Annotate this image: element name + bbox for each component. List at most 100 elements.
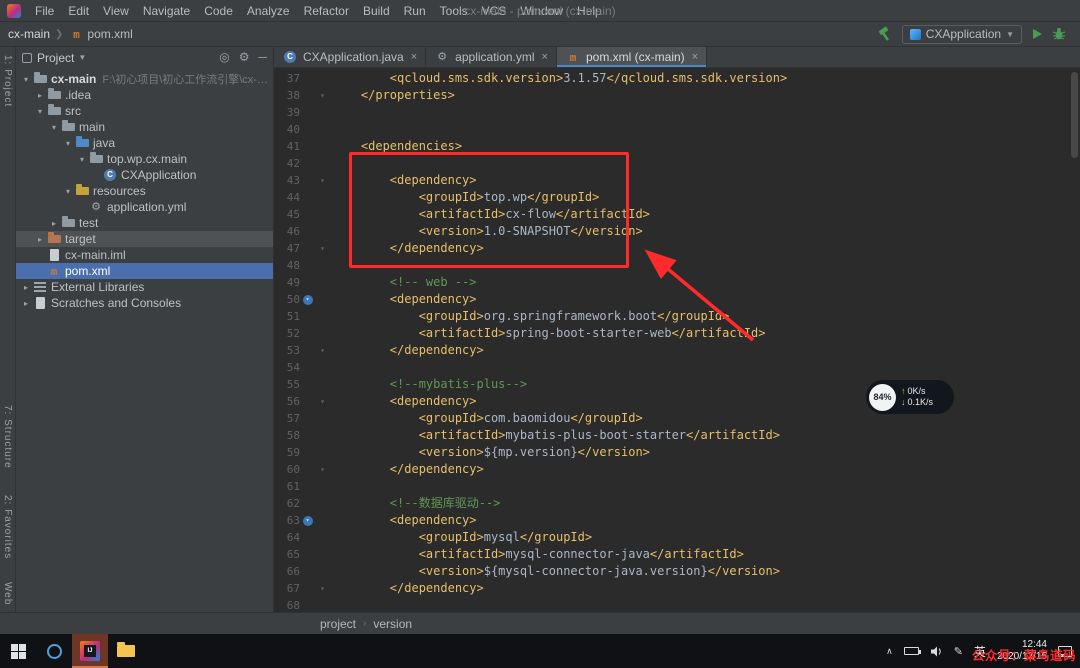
menu-item-view[interactable]: View <box>96 0 136 22</box>
tab-pom-xml-cx-main[interactable]: m pom.xml (cx-main) × <box>556 47 708 67</box>
pen-icon[interactable]: ✎ <box>954 645 963 658</box>
tree-item-src[interactable]: ▾ src <box>16 103 273 119</box>
code-line[interactable]: 47 ▾ </dependency> <box>274 240 1080 257</box>
code-editor[interactable]: 37 <qcloud.sms.sdk.version>3.1.57</qclou… <box>274 68 1080 612</box>
menu-item-refactor[interactable]: Refactor <box>297 0 356 22</box>
maven-gutter-icon[interactable]: ▾ <box>300 291 315 308</box>
tree-arrow-icon[interactable]: ▸ <box>20 299 32 308</box>
close-icon[interactable]: × <box>411 51 417 63</box>
tree-item-idea[interactable]: ▸ .idea <box>16 87 273 103</box>
code-line[interactable]: 68 <box>274 597 1080 612</box>
code-line[interactable]: 45 <artifactId>cx-flow</artifactId> <box>274 206 1080 223</box>
menu-item-analyze[interactable]: Analyze <box>240 0 297 22</box>
tool-button-web[interactable]: Web <box>2 582 13 605</box>
menu-item-edit[interactable]: Edit <box>61 0 96 22</box>
code-line[interactable]: 42 <box>274 155 1080 172</box>
menu-item-run[interactable]: Run <box>397 0 433 22</box>
breadcrumb-item-version[interactable]: version <box>373 617 412 631</box>
debug-button[interactable] <box>1052 27 1066 41</box>
tab-cxapplication-java[interactable]: C CXApplication.java × <box>274 47 427 67</box>
fold-icon[interactable]: ▾ <box>315 87 330 104</box>
tree-arrow-icon[interactable]: ▾ <box>62 187 74 196</box>
hide-icon[interactable]: ─ <box>258 47 267 68</box>
menu-item-file[interactable]: File <box>28 0 61 22</box>
tool-button-structure[interactable]: 7: Structure <box>2 405 13 469</box>
tree-item-main[interactable]: ▾ main <box>16 119 273 135</box>
fold-icon[interactable]: ▾ <box>315 240 330 257</box>
fold-icon[interactable]: ▾ <box>315 342 330 359</box>
battery-icon[interactable] <box>903 647 921 655</box>
fold-icon[interactable]: ▾ <box>315 461 330 478</box>
menu-item-build[interactable]: Build <box>356 0 397 22</box>
code-line[interactable]: 49 <!-- web --> <box>274 274 1080 291</box>
code-line[interactable]: 48 <box>274 257 1080 274</box>
code-line[interactable]: 64 <groupId>mysql</groupId> <box>274 529 1080 546</box>
taskbar-intellij-button[interactable]: IJ <box>72 634 108 668</box>
tree-item-target[interactable]: ▸ target <box>16 231 273 247</box>
code-line[interactable]: 58 <artifactId>mybatis-plus-boot-starter… <box>274 427 1080 444</box>
tool-button-project[interactable]: 1: Project <box>2 55 13 107</box>
tree-item-cx-main[interactable]: ▾ cx-main F:\初心项目\初心工作流引擎\cx-main <box>16 71 273 87</box>
code-line[interactable]: 56 ▾ <dependency> <box>274 393 1080 410</box>
code-line[interactable]: 55 <!--mybatis-plus--> <box>274 376 1080 393</box>
tool-button-favorites[interactable]: 2: Favorites <box>2 495 13 559</box>
tree-item-cxapplication[interactable]: C CXApplication <box>16 167 273 183</box>
fold-icon[interactable]: ▾ <box>315 172 330 189</box>
settings-icon[interactable]: ⚙ <box>239 47 250 68</box>
code-line[interactable]: 39 <box>274 104 1080 121</box>
code-line[interactable]: 65 <artifactId>mysql-connector-java</art… <box>274 546 1080 563</box>
close-icon[interactable]: × <box>692 51 698 63</box>
tree-arrow-icon[interactable]: ▾ <box>48 123 60 132</box>
editor-scrollbar[interactable] <box>1071 72 1078 158</box>
code-line[interactable]: 41 <dependencies> <box>274 138 1080 155</box>
code-line[interactable]: 44 <groupId>top.wp</groupId> <box>274 189 1080 206</box>
tree-item-top-wp-cx-main[interactable]: ▾ top.wp.cx.main <box>16 151 273 167</box>
tray-expand-icon[interactable]: ∧ <box>886 646 893 657</box>
tree-arrow-icon[interactable]: ▾ <box>62 139 74 148</box>
fold-icon[interactable]: ▾ <box>315 393 330 410</box>
code-line[interactable]: 57 <groupId>com.baomidou</groupId> <box>274 410 1080 427</box>
tree-item-application-yml[interactable]: ⚙ application.yml <box>16 199 273 215</box>
run-button[interactable] <box>1031 28 1043 40</box>
menu-item-navigate[interactable]: Navigate <box>136 0 197 22</box>
maven-gutter-icon[interactable]: ▾ <box>300 512 315 529</box>
tree-arrow-icon[interactable]: ▾ <box>20 75 32 84</box>
tree-item-external-libraries[interactable]: ▸ External Libraries <box>16 279 273 295</box>
tree-item-cx-main-iml[interactable]: cx-main.iml <box>16 247 273 263</box>
code-line[interactable]: 61 <box>274 478 1080 495</box>
code-line[interactable]: 46 <version>1.0-SNAPSHOT</version> <box>274 223 1080 240</box>
code-line[interactable]: 60 ▾ </dependency> <box>274 461 1080 478</box>
tree-item-pom-xml[interactable]: m pom.xml <box>16 263 273 279</box>
code-line[interactable]: 63 ▾ <dependency> <box>274 512 1080 529</box>
code-line[interactable]: 53 ▾ </dependency> <box>274 342 1080 359</box>
build-hammer-icon[interactable] <box>877 26 893 42</box>
code-line[interactable]: 54 <box>274 359 1080 376</box>
code-line[interactable]: 43 ▾ <dependency> <box>274 172 1080 189</box>
fold-icon[interactable]: ▾ <box>315 580 330 597</box>
breadcrumb-project[interactable]: cx-main <box>8 27 50 41</box>
tree-arrow-icon[interactable]: ▸ <box>48 219 60 228</box>
code-line[interactable]: 38 ▾ </properties> <box>274 87 1080 104</box>
file-explorer-button[interactable] <box>108 634 144 668</box>
tree-arrow-icon[interactable]: ▸ <box>20 283 32 292</box>
chevron-down-icon[interactable]: ▼ <box>78 53 86 62</box>
tree-item-test[interactable]: ▸ test <box>16 215 273 231</box>
breadcrumb-item-project[interactable]: project <box>320 617 356 631</box>
close-icon[interactable]: × <box>542 51 548 63</box>
breadcrumb-file[interactable]: pom.xml <box>87 27 132 41</box>
run-configuration-select[interactable]: CXApplication ▼ <box>901 24 1022 44</box>
code-line[interactable]: 67 ▾ </dependency> <box>274 580 1080 597</box>
code-line[interactable]: 59 <version>${mp.version}</version> <box>274 444 1080 461</box>
project-panel-title[interactable]: Project <box>37 51 74 65</box>
start-button[interactable] <box>0 634 36 668</box>
code-line[interactable]: 50 ▾ <dependency> <box>274 291 1080 308</box>
tree-arrow-icon[interactable]: ▸ <box>34 91 46 100</box>
tree-item-java[interactable]: ▾ java <box>16 135 273 151</box>
tree-arrow-icon[interactable]: ▸ <box>34 235 46 244</box>
tree-arrow-icon[interactable]: ▾ <box>76 155 88 164</box>
tree-item-scratches-and-consoles[interactable]: ▸ Scratches and Consoles <box>16 295 273 311</box>
tab-application-yml[interactable]: ⚙ application.yml × <box>426 47 557 67</box>
code-line[interactable]: 62 <!--数据库驱动--> <box>274 495 1080 512</box>
volume-icon[interactable] <box>930 646 943 657</box>
code-line[interactable]: 51 <groupId>org.springframework.boot</gr… <box>274 308 1080 325</box>
